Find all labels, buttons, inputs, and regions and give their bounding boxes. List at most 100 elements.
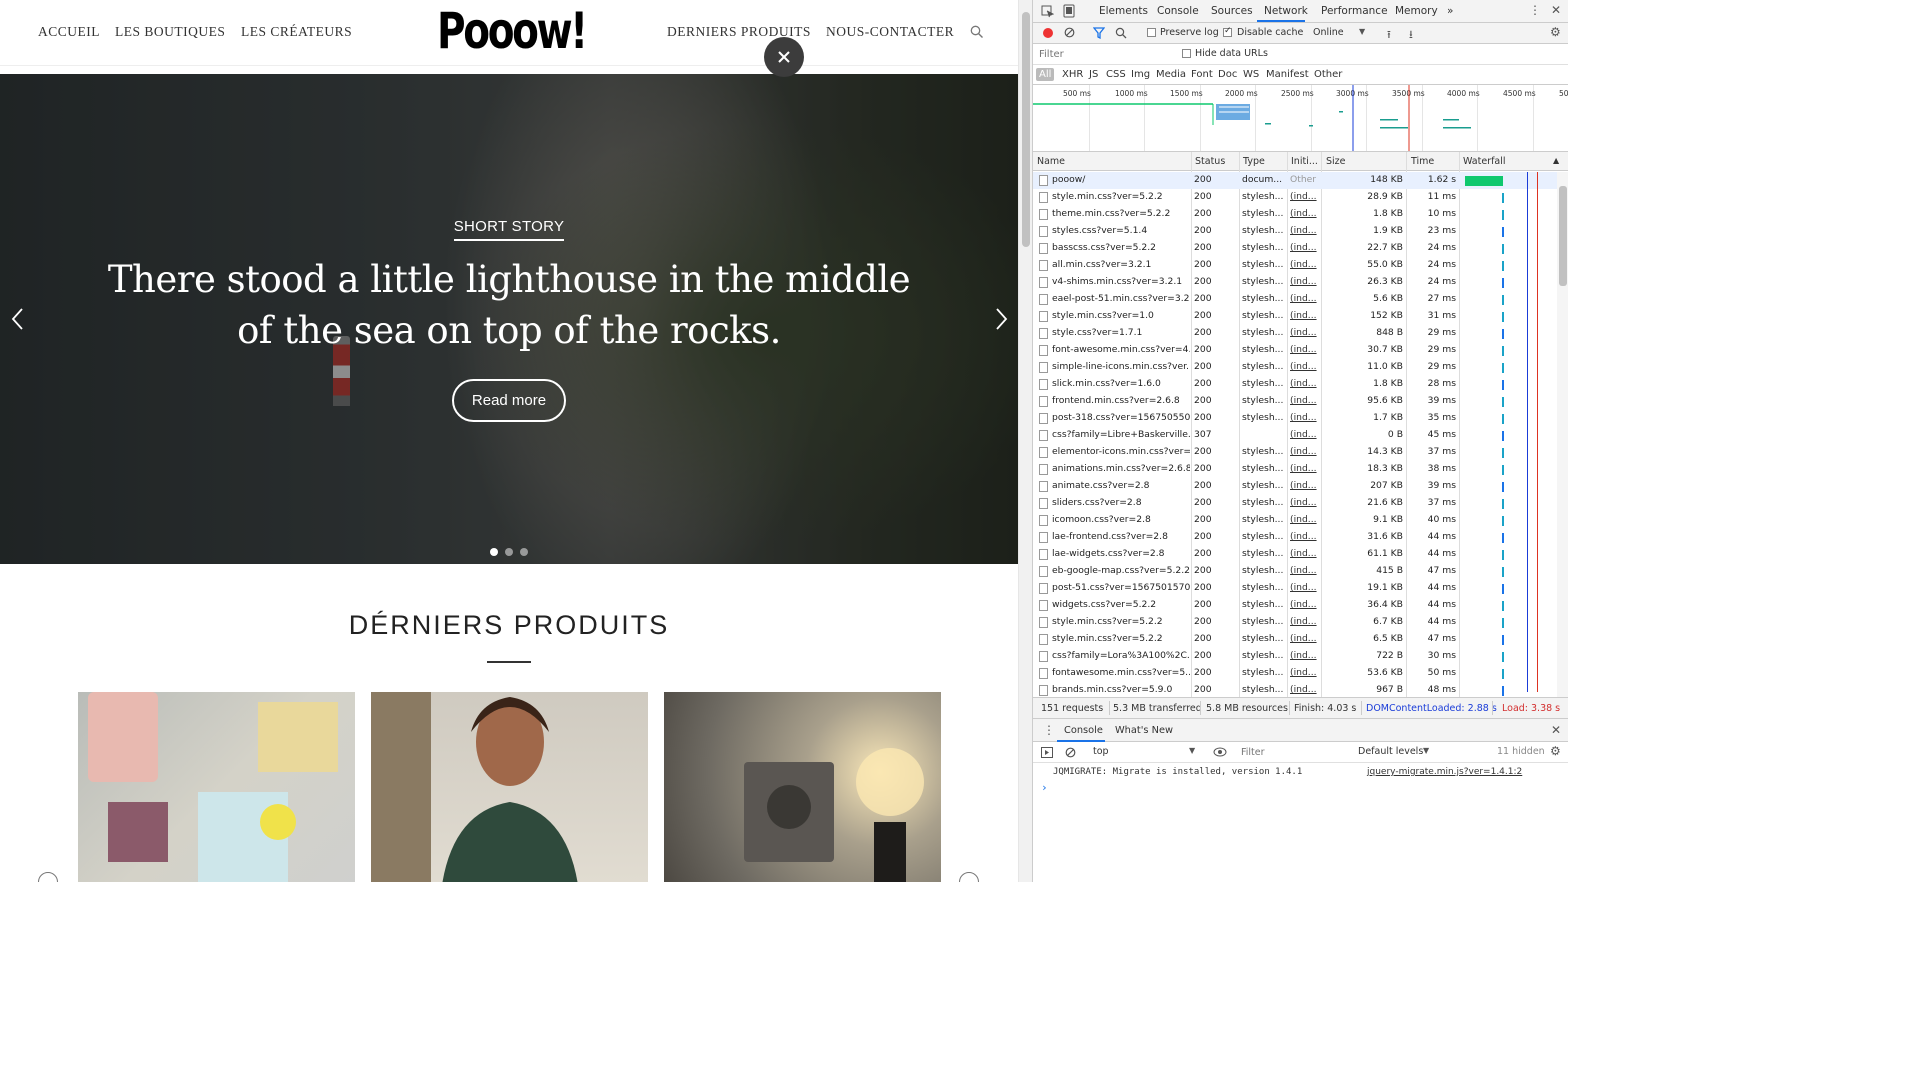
site-logo[interactable]: Pooow!: [437, 2, 588, 60]
table-row[interactable]: theme.min.css?ver=5.2.2 200 stylesh... (ind…: [1033, 206, 1568, 223]
cell-initiator[interactable]: (ind...: [1290, 480, 1318, 491]
network-overview-timeline[interactable]: 500 ms 1000 ms 1500 ms 2000 ms 2500 ms 3…: [1033, 85, 1568, 152]
type-filter-manifest[interactable]: Manifest: [1263, 68, 1312, 81]
tab-network[interactable]: Network: [1264, 5, 1308, 17]
type-filter-all[interactable]: All: [1036, 68, 1055, 81]
gear-icon[interactable]: ⚙: [1550, 744, 1561, 758]
nav-accueil[interactable]: ACCUEIL: [38, 24, 100, 40]
cell-initiator[interactable]: (ind...: [1290, 395, 1318, 406]
cell-initiator[interactable]: (ind...: [1290, 344, 1318, 355]
cell-initiator[interactable]: (ind...: [1290, 446, 1318, 457]
sidebar-toggle-icon[interactable]: [1041, 747, 1053, 758]
table-row[interactable]: eb-google-map.css?ver=5.2.2 200 stylesh...…: [1033, 563, 1568, 580]
cell-initiator[interactable]: (ind...: [1290, 599, 1318, 610]
cell-initiator[interactable]: Other: [1290, 174, 1318, 185]
type-filter-css[interactable]: CSS: [1103, 68, 1129, 81]
cell-initiator[interactable]: (ind...: [1290, 327, 1318, 338]
cell-initiator[interactable]: (ind...: [1290, 531, 1318, 542]
tab-memory[interactable]: Memory: [1395, 5, 1438, 17]
type-filter-ws[interactable]: WS: [1240, 68, 1262, 81]
clear-console-icon[interactable]: [1065, 747, 1076, 758]
chevron-down-icon[interactable]: ▼: [1423, 746, 1429, 755]
type-filter-xhr[interactable]: XHR: [1059, 68, 1086, 81]
type-filter-font[interactable]: Font: [1188, 68, 1216, 81]
table-row[interactable]: eael-post-51.min.css?ver=3.2.1 200 stylesh…: [1033, 291, 1568, 308]
tab-performance[interactable]: Performance: [1321, 5, 1388, 17]
table-row[interactable]: lae-frontend.css?ver=2.8 200 stylesh... (in…: [1033, 529, 1568, 546]
context-select[interactable]: top: [1093, 746, 1109, 757]
table-row[interactable]: styles.css?ver=5.1.4 200 stylesh... (ind...…: [1033, 223, 1568, 240]
read-more-button[interactable]: Read more: [452, 379, 566, 422]
tab-console[interactable]: Console: [1157, 5, 1199, 17]
column-header-time[interactable]: Time: [1411, 156, 1434, 167]
cell-initiator[interactable]: (ind...: [1290, 667, 1318, 678]
device-toolbar-icon[interactable]: [1063, 4, 1075, 18]
cell-initiator[interactable]: (ind...: [1290, 684, 1318, 695]
cell-initiator[interactable]: (ind...: [1290, 497, 1318, 508]
type-filter-other[interactable]: Other: [1311, 68, 1345, 81]
cell-initiator[interactable]: (ind...: [1290, 310, 1318, 321]
table-row[interactable]: widgets.css?ver=5.2.2 200 stylesh... (ind..…: [1033, 597, 1568, 614]
requests-scrollbar-thumb[interactable]: [1559, 186, 1567, 286]
type-filter-img[interactable]: Img: [1128, 68, 1153, 81]
column-header-type[interactable]: Type: [1243, 156, 1265, 167]
filter-icon[interactable]: [1093, 27, 1105, 39]
table-row[interactable]: style.css?ver=1.7.1 200 stylesh... (ind... 8…: [1033, 325, 1568, 342]
console-prompt[interactable]: ›: [1041, 781, 1048, 794]
slider-dot-3[interactable]: [520, 548, 528, 556]
cell-initiator[interactable]: (ind...: [1290, 463, 1318, 474]
nav-les-boutiques[interactable]: LES BOUTIQUES: [115, 24, 225, 40]
import-har-icon[interactable]: ⭱: [1387, 26, 1391, 45]
drawer-tab-whats-new[interactable]: What's New: [1115, 725, 1173, 736]
cell-initiator[interactable]: (ind...: [1290, 361, 1318, 372]
table-row[interactable]: frontend.min.css?ver=2.6.8 200 stylesh... (…: [1033, 393, 1568, 410]
products-prev-button[interactable]: [38, 872, 58, 882]
table-row[interactable]: sliders.css?ver=2.8 200 stylesh... (ind... 2…: [1033, 495, 1568, 512]
chevron-down-icon[interactable]: ▼: [1359, 27, 1365, 36]
type-filter-js[interactable]: JS: [1086, 68, 1101, 81]
table-row[interactable]: style.min.css?ver=5.2.2 200 stylesh... (ind…: [1033, 614, 1568, 631]
table-row[interactable]: animate.css?ver=2.8 200 stylesh... (ind... 2…: [1033, 478, 1568, 495]
close-button[interactable]: [764, 37, 804, 77]
cell-initiator[interactable]: (ind...: [1290, 514, 1318, 525]
cell-initiator[interactable]: (ind...: [1290, 650, 1318, 661]
export-har-icon[interactable]: ⭳: [1409, 26, 1413, 45]
product-card-1[interactable]: [78, 692, 355, 882]
table-row[interactable]: fontawesome.min.css?ver=5.... 200 stylesh.…: [1033, 665, 1568, 682]
column-header-status[interactable]: Status: [1195, 156, 1225, 167]
table-row[interactable]: elementor-icons.min.css?ver=... 200 styles…: [1033, 444, 1568, 461]
table-row[interactable]: style.min.css?ver=5.2.2 200 stylesh... (ind…: [1033, 631, 1568, 648]
product-card-2[interactable]: [371, 692, 648, 882]
column-header-name[interactable]: Name: [1037, 156, 1065, 167]
cell-initiator[interactable]: (ind...: [1290, 208, 1318, 219]
cell-initiator[interactable]: (ind...: [1290, 225, 1318, 236]
search-icon[interactable]: [1115, 27, 1127, 39]
table-row[interactable]: lae-widgets.css?ver=2.8 200 stylesh... (ind…: [1033, 546, 1568, 563]
console-filter-input[interactable]: [1241, 745, 1349, 760]
table-row[interactable]: css?family=Lora%3A100%2C... 200 stylesh...…: [1033, 648, 1568, 665]
cell-initiator[interactable]: (ind...: [1290, 293, 1318, 304]
sort-ascending-icon[interactable]: ▲: [1553, 156, 1559, 165]
eye-icon[interactable]: [1213, 747, 1227, 757]
table-row[interactable]: css?family=Libre+Baskerville... 307 (ind..…: [1033, 427, 1568, 444]
table-row[interactable]: font-awesome.min.css?ver=4... 200 stylesh.…: [1033, 342, 1568, 359]
cell-initiator[interactable]: (ind...: [1290, 429, 1318, 440]
log-levels-select[interactable]: Default levels: [1358, 746, 1423, 757]
website-scrollbar-thumb[interactable]: [1022, 12, 1030, 247]
table-row[interactable]: brands.min.css?ver=5.9.0 200 stylesh... (in…: [1033, 682, 1568, 697]
column-header-size[interactable]: Size: [1326, 156, 1346, 167]
table-row[interactable]: animations.min.css?ver=2.6.8 200 stylesh..…: [1033, 461, 1568, 478]
cell-initiator[interactable]: (ind...: [1290, 412, 1318, 423]
preserve-log-checkbox[interactable]: [1147, 28, 1156, 37]
slider-dot-2[interactable]: [505, 548, 513, 556]
table-row[interactable]: simple-line-icons.min.css?ver... 200 style…: [1033, 359, 1568, 376]
cell-initiator[interactable]: (ind...: [1290, 633, 1318, 644]
table-row[interactable]: v4-shims.min.css?ver=3.2.1 200 stylesh... (…: [1033, 274, 1568, 291]
table-row[interactable]: basscss.css?ver=5.2.2 200 stylesh... (ind..…: [1033, 240, 1568, 257]
drawer-tab-console[interactable]: Console: [1064, 725, 1103, 736]
more-tabs-button[interactable]: »: [1447, 5, 1453, 17]
type-filter-doc[interactable]: Doc: [1215, 68, 1240, 81]
disable-cache-checkbox[interactable]: [1223, 26, 1232, 37]
cell-initiator[interactable]: (ind...: [1290, 191, 1318, 202]
cell-initiator[interactable]: (ind...: [1290, 548, 1318, 559]
